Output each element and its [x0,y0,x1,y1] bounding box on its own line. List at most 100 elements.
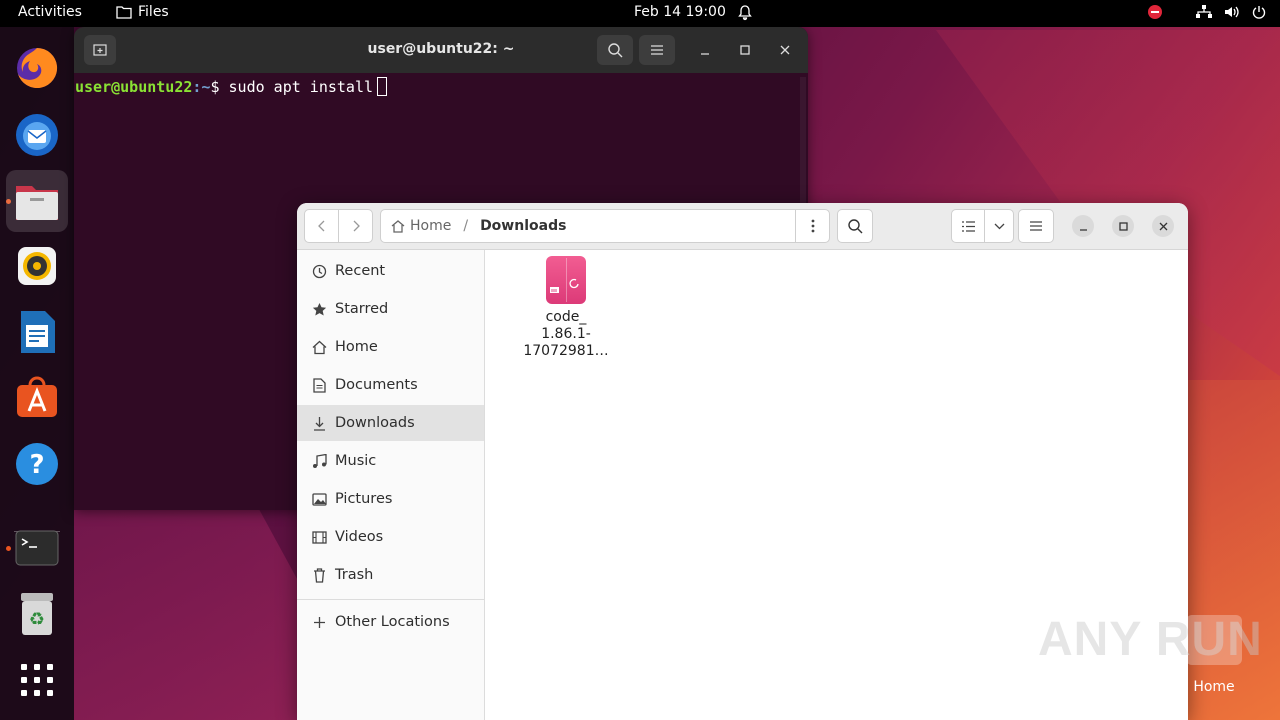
network-icon [1196,5,1212,18]
sidebar-item-other-locations[interactable]: Other Locations [297,604,484,640]
prompt-symbol: $ [210,78,220,96]
maximize-icon [740,45,750,55]
path-menu-button[interactable] [795,210,829,242]
files-maximize-button[interactable] [1112,215,1134,237]
do-not-disturb-icon[interactable] [1148,5,1162,19]
star-icon [310,302,328,317]
search-icon [847,218,862,233]
path-bar[interactable]: Home / Downloads [380,209,830,243]
sidebar-item-pictures[interactable]: Pictures [297,481,484,517]
folder-icon [116,6,132,19]
sidebar-item-documents[interactable]: Documents [297,367,484,403]
files-icon[interactable] [6,170,68,232]
system-tray[interactable] [1148,5,1266,19]
sidebar-item-label: Trash [335,567,374,583]
prompt-path: :~ [192,78,211,96]
sidebar-item-label: Music [335,453,377,469]
power-icon [1252,6,1266,19]
home-folder-icon [1186,615,1242,665]
sidebar-item-label: Recent [335,263,386,279]
forward-button[interactable] [338,209,373,243]
sidebar-item-downloads[interactable]: Downloads [297,405,484,441]
chevron-down-icon [994,223,1004,229]
terminal-command: sudo apt install [228,78,374,96]
files-menu-button[interactable] [1018,209,1054,243]
app-menu-files[interactable]: Files [116,4,169,20]
sidebar-item-trash[interactable]: Trash [297,557,484,593]
desktop-home-shortcut[interactable]: Home [1184,615,1244,695]
prompt-user: user@ubuntu22 [75,78,193,96]
clock[interactable]: Feb 14 19:00 [634,4,726,20]
volume-icon [1225,6,1239,18]
breadcrumb-home[interactable]: Home [391,218,451,234]
file-item[interactable]: code_ 1.86.1- 17072981… [516,256,616,360]
hamburger-icon [1030,221,1042,231]
app-center-icon[interactable] [6,367,68,429]
breadcrumb-current[interactable]: Downloads [480,218,566,234]
svg-text:♻: ♻ [29,609,45,630]
sidebar-item-starred[interactable]: Starred [297,291,484,327]
kebab-icon [811,219,814,233]
home-icon [310,340,328,355]
files-minimize-button[interactable] [1072,215,1094,237]
sidebar-item-label: Other Locations [335,614,450,630]
home-icon [391,220,405,233]
sidebar-item-label: Videos [335,529,384,545]
terminal-maximize-button[interactable] [734,39,756,61]
desktop-home-label: Home [1193,679,1235,695]
terminal-titlebar[interactable]: user@ubuntu22: ~ [74,27,808,73]
search-icon [607,42,622,57]
sidebar-item-home[interactable]: Home [297,329,484,365]
bell-icon[interactable] [738,5,752,25]
sidebar-item-recent[interactable]: Recent [297,253,484,289]
activities-button[interactable]: Activities [18,4,82,20]
chevron-left-icon [317,220,324,232]
files-search-button[interactable] [837,209,873,243]
sidebar-item-music[interactable]: Music [297,443,484,479]
svg-text:?: ? [29,450,44,480]
file-name-line-3: 17072981… [523,343,609,359]
show-apps-icon[interactable] [6,649,68,711]
firefox-icon[interactable] [6,37,68,99]
view-list-button[interactable] [951,209,985,243]
terminal-search-button[interactable] [597,35,633,65]
file-name-line-2: 1.86.1- [541,326,591,342]
sidebar-item-label: Pictures [335,491,393,507]
music-icon [310,453,328,469]
back-button[interactable] [304,209,339,243]
rhythmbox-icon[interactable] [6,235,68,297]
hamburger-icon [651,45,663,55]
breadcrumb-home-label: Home [410,218,452,234]
file-name-line-1: code_ [545,309,587,325]
libreoffice-writer-icon[interactable] [6,301,68,363]
sidebar-item-videos[interactable]: Videos [297,519,484,555]
trash-icon[interactable]: ♻ [6,583,68,645]
files-close-button[interactable] [1152,215,1174,237]
sidebar-divider [297,599,484,600]
files-headerbar[interactable]: Home / Downloads [297,203,1188,250]
top-bar: Activities Files Feb 14 19:00 [0,0,1280,27]
close-icon [780,45,790,55]
minimize-icon [701,53,709,55]
help-icon[interactable]: ? [6,433,68,495]
download-icon [310,416,328,431]
chevron-right-icon [353,220,360,232]
sidebar-item-label: Downloads [335,415,415,431]
thunderbird-icon[interactable] [6,103,68,165]
video-icon [310,530,328,544]
document-icon [310,377,328,393]
terminal-minimize-button[interactable] [694,39,716,61]
deb-package-icon [546,256,586,304]
dock: ? ♻ [0,27,74,720]
trash-icon [310,567,328,583]
terminal-icon[interactable] [6,517,68,579]
view-options-button[interactable] [984,209,1014,243]
app-menu-label: Files [138,4,169,20]
terminal-menu-button[interactable] [639,35,675,65]
sidebar-item-label: Starred [335,301,389,317]
terminal-close-button[interactable] [774,39,796,61]
clock-icon [310,264,328,279]
terminal-output[interactable]: user@ubuntu22:~$ sudo apt install [74,73,808,100]
files-sidebar: Recent Starred Home Documents Downloads … [297,250,485,720]
picture-icon [310,492,328,506]
